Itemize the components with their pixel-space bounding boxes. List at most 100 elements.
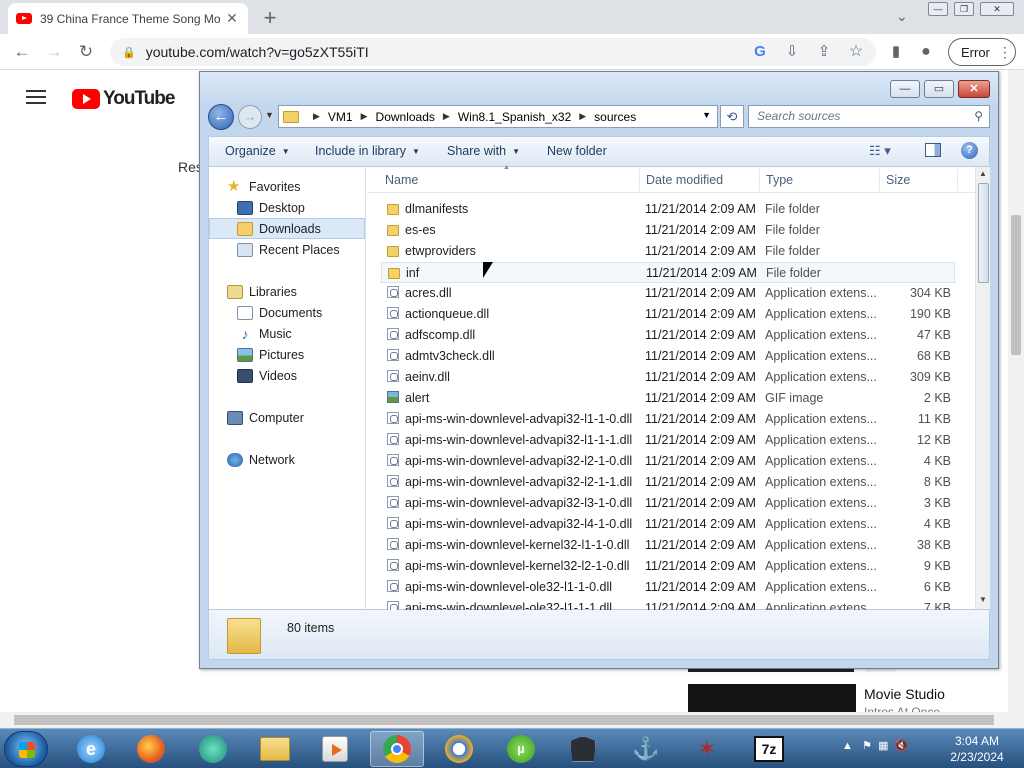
explorer-back-icon[interactable]: ← bbox=[208, 104, 234, 130]
breadcrumb-chevron-icon[interactable]: ▶ bbox=[313, 111, 320, 122]
file-row[interactable]: es-es 11/21/2014 2:09 AM File folder bbox=[381, 220, 955, 241]
recent-locations-chevron-icon[interactable]: ▼ bbox=[265, 110, 274, 120]
column-divider[interactable] bbox=[759, 169, 760, 191]
explorer-maximize-button[interactable]: ▭ bbox=[924, 80, 954, 98]
address-dropdown-icon[interactable]: ▼ bbox=[702, 110, 711, 120]
share-icon[interactable]: ⇪ bbox=[812, 40, 836, 64]
nav-recent-places[interactable]: Recent Places bbox=[209, 239, 365, 260]
new-tab-button[interactable]: + bbox=[258, 5, 282, 31]
close-button[interactable]: ✕ bbox=[980, 2, 1014, 16]
nav-music[interactable]: ♪ Music bbox=[209, 323, 365, 344]
file-row[interactable]: api-ms-win-downlevel-advapi32-l1-1-0.dll… bbox=[381, 409, 955, 430]
nav-pictures[interactable]: Pictures bbox=[209, 344, 365, 365]
taskbar-ships-game-icon[interactable]: ⚓ bbox=[618, 731, 672, 767]
taskbar-game-icon[interactable]: ✶ bbox=[680, 731, 734, 767]
breadcrumb-chevron-icon[interactable]: ▶ bbox=[579, 111, 586, 122]
side-video-subtitle[interactable]: Intros At Once bbox=[864, 705, 940, 712]
taskbar-tank-game-icon[interactable] bbox=[556, 731, 610, 767]
scrollbar-thumb[interactable] bbox=[14, 715, 994, 725]
youtube-logo[interactable]: YouTube bbox=[72, 88, 175, 110]
file-row[interactable]: etwproviders 11/21/2014 2:09 AM File folde… bbox=[381, 241, 955, 262]
file-row[interactable]: api-ms-win-downlevel-kernel32-l2-1-0.dll… bbox=[381, 556, 955, 577]
explorer-search-input[interactable]: Search sources ⚲ bbox=[748, 105, 990, 128]
column-divider[interactable] bbox=[957, 169, 958, 191]
change-view-icon[interactable]: ☷ ▾ bbox=[869, 143, 891, 159]
restore-button[interactable]: ❐ bbox=[954, 2, 974, 16]
google-translate-icon[interactable]: G bbox=[748, 40, 772, 64]
scrollbar-thumb[interactable] bbox=[978, 183, 989, 283]
network-tray-icon[interactable]: ▦ bbox=[878, 740, 888, 752]
explorer-title-bar[interactable] bbox=[200, 72, 998, 104]
file-row[interactable]: alert 11/21/2014 2:09 AM GIF image 2 KB bbox=[381, 388, 955, 409]
file-row[interactable]: inf 11/21/2014 2:09 AM File folder bbox=[381, 262, 955, 283]
column-date-modified[interactable]: Date modified bbox=[646, 173, 723, 187]
column-size[interactable]: Size bbox=[886, 173, 910, 187]
breadcrumb-item[interactable]: sources bbox=[594, 110, 636, 124]
minimize-button[interactable]: — bbox=[928, 2, 948, 16]
explorer-address-bar[interactable]: ▶ VM1 ▶ Downloads ▶ Win8.1_Spanish_x32 ▶… bbox=[278, 105, 718, 128]
breadcrumb-item[interactable]: Win8.1_Spanish_x32 bbox=[458, 110, 571, 124]
taskbar-explorer-icon[interactable] bbox=[248, 731, 302, 767]
taskbar-7zip-icon[interactable]: 7z bbox=[742, 731, 796, 767]
file-row[interactable]: api-ms-win-downlevel-advapi32-l2-1-0.dll… bbox=[381, 451, 955, 472]
hamburger-menu-icon[interactable] bbox=[26, 90, 46, 104]
breadcrumb-item[interactable]: Downloads bbox=[376, 110, 435, 124]
forward-arrow-icon[interactable]: → bbox=[42, 40, 66, 64]
taskbar-clock[interactable]: 3:04 AM 2/23/2024 bbox=[940, 733, 1014, 765]
share-with-button[interactable]: Share with ▼ bbox=[447, 144, 520, 158]
taskbar-vpn-icon[interactable] bbox=[432, 731, 486, 767]
side-video-title[interactable]: Movie Studio bbox=[864, 686, 945, 702]
column-divider[interactable] bbox=[639, 169, 640, 191]
file-row[interactable]: api-ms-win-downlevel-ole32-l1-1-0.dll 11/… bbox=[381, 577, 955, 598]
file-row[interactable]: api-ms-win-downlevel-advapi32-l4-1-0.dll… bbox=[381, 514, 955, 535]
nav-videos[interactable]: Videos bbox=[209, 365, 365, 386]
breadcrumb-chevron-icon[interactable]: ▶ bbox=[361, 111, 368, 122]
install-app-icon[interactable]: ⇩ bbox=[780, 40, 804, 64]
side-panel-icon[interactable]: ▮ bbox=[884, 40, 908, 64]
file-row[interactable]: acres.dll 11/21/2014 2:09 AM Application e… bbox=[381, 283, 955, 304]
new-folder-button[interactable]: New folder bbox=[547, 144, 607, 158]
file-row[interactable]: api-ms-win-downlevel-kernel32-l1-1-0.dll… bbox=[381, 535, 955, 556]
back-arrow-icon[interactable]: ← bbox=[10, 40, 34, 64]
tab-search-chevron-icon[interactable]: ⌄ bbox=[896, 8, 908, 25]
nav-computer[interactable]: Computer bbox=[209, 407, 365, 428]
explorer-minimize-button[interactable]: — bbox=[890, 80, 920, 98]
breadcrumb-chevron-icon[interactable]: ▶ bbox=[443, 111, 450, 122]
file-row[interactable]: admtv3check.dll 11/21/2014 2:09 AM Applica… bbox=[381, 346, 955, 367]
search-icon[interactable]: ⚲ bbox=[974, 106, 983, 127]
nav-desktop[interactable]: Desktop bbox=[209, 197, 365, 218]
side-video-thumbnail[interactable] bbox=[688, 684, 856, 712]
taskbar-firefox-icon[interactable] bbox=[124, 731, 178, 767]
file-row[interactable]: api-ms-win-downlevel-advapi32-l2-1-1.dll… bbox=[381, 472, 955, 493]
error-button[interactable]: Error ⋮ bbox=[948, 38, 1016, 66]
profile-avatar-icon[interactable]: ● bbox=[914, 40, 938, 64]
volume-muted-icon[interactable]: 🔇 bbox=[895, 740, 909, 752]
taskbar-media-icon[interactable] bbox=[308, 731, 362, 767]
file-row[interactable]: adfscomp.dll 11/21/2014 2:09 AM Applicatio… bbox=[381, 325, 955, 346]
browser-tab[interactable]: 39 China France Theme Song Mo ✕ bbox=[8, 3, 248, 34]
file-list-scrollbar[interactable]: ▲ ▼ bbox=[975, 167, 990, 609]
taskbar-chrome-icon[interactable] bbox=[370, 731, 424, 767]
action-center-flag-icon[interactable]: ⚑ bbox=[862, 740, 872, 752]
tab-close-icon[interactable]: ✕ bbox=[224, 10, 240, 27]
file-row[interactable]: aeinv.dll 11/21/2014 2:09 AM Application e… bbox=[381, 367, 955, 388]
nav-network[interactable]: Network bbox=[209, 449, 365, 470]
column-type[interactable]: Type bbox=[766, 173, 793, 187]
breadcrumb-item[interactable]: VM1 bbox=[328, 110, 353, 124]
column-name[interactable]: Name bbox=[385, 173, 418, 187]
reload-icon[interactable]: ↻ bbox=[74, 40, 98, 64]
scroll-down-icon[interactable]: ▼ bbox=[979, 595, 987, 604]
nav-documents[interactable]: Documents bbox=[209, 302, 365, 323]
taskbar-utorrent-icon[interactable]: µ bbox=[494, 731, 548, 767]
scrollbar-thumb[interactable] bbox=[1011, 215, 1021, 355]
file-row[interactable]: api-ms-win-downlevel-advapi32-l3-1-0.dll… bbox=[381, 493, 955, 514]
bookmark-star-icon[interactable]: ☆ bbox=[844, 40, 868, 64]
file-row[interactable]: dlmanifests 11/21/2014 2:09 AM File folder bbox=[381, 199, 955, 220]
nav-downloads[interactable]: Downloads bbox=[209, 218, 365, 239]
include-in-library-button[interactable]: Include in library ▼ bbox=[315, 144, 420, 158]
file-row[interactable]: api-ms-win-downlevel-advapi32-l1-1-1.dll… bbox=[381, 430, 955, 451]
help-icon[interactable]: ? bbox=[961, 142, 978, 159]
nav-favorites[interactable]: ★ Favorites bbox=[209, 176, 365, 197]
taskbar-ie-icon[interactable]: e bbox=[64, 731, 118, 767]
page-horizontal-scrollbar[interactable] bbox=[0, 712, 1024, 728]
